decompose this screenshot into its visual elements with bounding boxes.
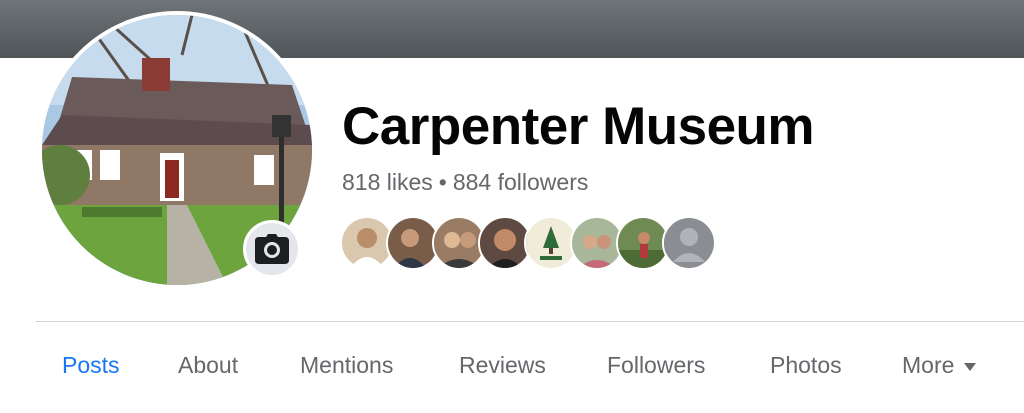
followers-count[interactable]: 884 followers: [453, 169, 589, 195]
tab-more-label: More: [902, 352, 955, 378]
page-title: Carpenter Museum: [342, 97, 815, 156]
logo-avatar: [526, 218, 576, 268]
tab-photos[interactable]: Photos: [770, 352, 842, 379]
avatar-photo: [480, 218, 530, 268]
stats-separator: •: [438, 169, 447, 195]
tab-mentions[interactable]: Mentions: [300, 352, 393, 379]
tab-followers[interactable]: Followers: [607, 352, 705, 379]
likes-count[interactable]: 818 likes: [342, 169, 433, 195]
update-profile-photo-button[interactable]: [243, 220, 301, 278]
tab-reviews[interactable]: Reviews: [459, 352, 546, 379]
tab-more[interactable]: More: [902, 352, 977, 379]
friend-avatar[interactable]: [662, 216, 716, 270]
avatar-photo: [618, 218, 668, 268]
friends-who-like-row: [340, 216, 720, 270]
page-tabs: Posts About Mentions Reviews Followers P…: [36, 352, 1024, 392]
avatar-photo: [434, 218, 484, 268]
camera-icon: [255, 234, 289, 264]
tab-divider: [36, 321, 1024, 322]
tab-about[interactable]: About: [178, 352, 238, 379]
page-stats: 818 likes • 884 followers: [342, 169, 588, 196]
avatar-photo: [388, 218, 438, 268]
avatar-photo: [342, 218, 392, 268]
tab-posts[interactable]: Posts: [62, 352, 120, 379]
default-avatar: [664, 218, 714, 268]
avatar-photo: [572, 218, 622, 268]
caret-down-icon: [964, 362, 977, 371]
